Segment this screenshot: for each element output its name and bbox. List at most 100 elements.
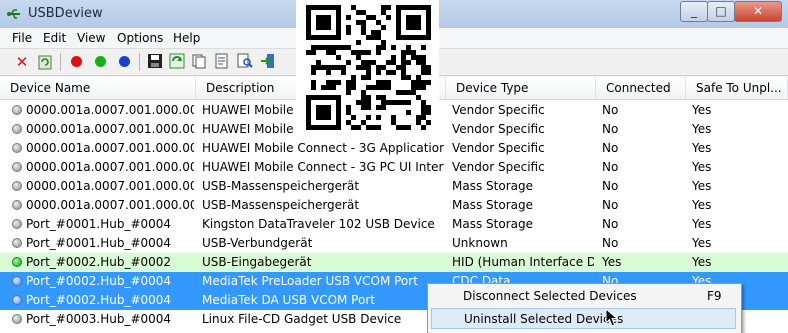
table-row[interactable]: Port_#0001.Hub_#0004 USB-Verbundgerät Unkn… <box>0 234 788 253</box>
status-gray-icon <box>12 162 22 172</box>
menu-item-uninstall[interactable]: Uninstall Selected Devices <box>431 308 736 329</box>
menu-file[interactable]: File <box>12 30 32 46</box>
recycle-icon[interactable] <box>36 53 54 71</box>
cell-safe-to-unplug: Yes <box>692 198 712 212</box>
status-green-icon <box>12 257 22 267</box>
cell-connected: No <box>602 198 619 212</box>
cell-description: USB-Massenspeichergerät <box>202 198 360 212</box>
cell-device-type: Vendor Specific <box>452 141 545 155</box>
cell-device-type: Unknown <box>452 236 508 250</box>
menu-item-label: Uninstall Selected Devices <box>464 312 624 326</box>
green-dot-icon[interactable] <box>91 53 109 71</box>
find-icon[interactable] <box>236 53 254 71</box>
column-header-connected[interactable]: Connected <box>596 77 686 99</box>
menu-edit[interactable]: Edit <box>43 30 66 46</box>
cell-description: USB-Verbundgerät <box>202 236 313 250</box>
cell-description: HUAWEI Mobile Connect - 3G PC UI Interfa… <box>202 160 444 174</box>
table-row[interactable]: 0000.001a.0007.001.000.000.00... USB-Mass… <box>0 177 788 196</box>
cell-connected: No <box>602 179 619 193</box>
cell-device-name: 0000.001a.0007.001.000.000.00... <box>26 103 194 117</box>
menu-help[interactable]: Help <box>173 30 200 46</box>
copy-icon[interactable] <box>190 53 208 71</box>
status-gray-icon <box>12 219 22 229</box>
cell-device-name: 0000.001a.0007.001.000.000.00... <box>26 179 194 193</box>
cell-device-name: Port_#0003.Hub_#0004 <box>26 312 172 326</box>
cell-safe-to-unplug: Yes <box>692 141 712 155</box>
cell-connected: No <box>602 160 619 174</box>
maximize-button[interactable]: □ <box>707 1 735 22</box>
menu-item-label: Disconnect Selected Devices <box>463 289 637 303</box>
close-button[interactable]: ✕ <box>734 1 782 22</box>
cell-description: Linux File-CD Gadget USB Device <box>202 312 402 326</box>
table-row[interactable]: 0000.001a.0007.001.000.000.00... HUAWEI M… <box>0 139 788 158</box>
context-menu: Disconnect Selected Devices F9 Uninstall… <box>427 283 742 333</box>
cell-connected: Yes <box>602 255 622 269</box>
cell-safe-to-unplug: Yes <box>692 160 712 174</box>
usb-app-icon <box>7 9 20 19</box>
menu-view[interactable]: View <box>77 30 105 46</box>
cell-connected: No <box>602 122 619 136</box>
cell-safe-to-unplug: Yes <box>692 103 712 117</box>
cell-description: USB-Massenspeichergerät <box>202 179 360 193</box>
table-row[interactable]: 0000.001a.0007.001.000.000.00... HUAWEI M… <box>0 158 788 177</box>
menu-options[interactable]: Options <box>117 30 163 46</box>
cell-device-name: Port_#0002.Hub_#0002 <box>26 255 172 269</box>
cell-connected: No <box>602 236 619 250</box>
properties-icon[interactable] <box>213 53 231 71</box>
table-row[interactable]: 0000.001a.0007.001.000.000.00... USB-Mass… <box>0 196 788 215</box>
cell-device-name: Port_#0002.Hub_#0004 <box>26 274 172 288</box>
status-blue-icon <box>12 276 22 286</box>
cell-description: USB-Eingabegerät <box>202 255 312 269</box>
blue-dot-icon[interactable] <box>115 53 133 71</box>
cell-device-type: Vendor Specific <box>452 160 545 174</box>
column-header-safe-to-unplug[interactable]: Safe To Unpl... <box>686 77 788 99</box>
cell-description: HUAWEI Mobile Connect - 3G Application I… <box>202 141 444 155</box>
status-gray-icon <box>12 200 22 210</box>
cell-device-name: 0000.001a.0007.001.000.000.00... <box>26 122 194 136</box>
cell-device-type: Mass Storage <box>452 198 533 212</box>
cell-safe-to-unplug: Yes <box>692 122 712 136</box>
cell-safe-to-unplug: Yes <box>692 179 712 193</box>
table-row[interactable]: Port_#0001.Hub_#0004 Kingston DataTravele… <box>0 215 788 234</box>
status-blue-icon <box>12 295 22 305</box>
menu-item-disconnect[interactable]: Disconnect Selected Devices F9 <box>431 286 736 307</box>
column-header-device-type[interactable]: Device Type <box>446 77 596 99</box>
cell-connected: No <box>602 141 619 155</box>
cell-safe-to-unplug: Yes <box>692 255 712 269</box>
cell-description: MediaTek PreLoader USB VCOM Port <box>202 274 418 288</box>
cell-description: MediaTek DA USB VCOM Port <box>202 293 375 307</box>
cell-device-name: 0000.001a.0007.001.000.000.00... <box>26 198 194 212</box>
column-header-device-name[interactable]: Device Name <box>0 77 196 99</box>
cell-connected: No <box>602 103 619 117</box>
cell-device-name: 0000.001a.0007.001.000.000.00... <box>26 141 194 155</box>
cell-device-name: Port_#0001.Hub_#0004 <box>26 236 172 250</box>
qr-code-overlay <box>296 0 439 134</box>
cell-safe-to-unplug: Yes <box>692 236 712 250</box>
exit-icon[interactable] <box>259 53 277 71</box>
cell-device-type: Vendor Specific <box>452 122 545 136</box>
status-gray-icon <box>12 105 22 115</box>
cell-connected: No <box>602 217 619 231</box>
delete-x-icon[interactable]: ✕ <box>13 53 31 71</box>
cell-device-type: Mass Storage <box>452 179 533 193</box>
cell-device-type: Vendor Specific <box>452 103 545 117</box>
window-title: USBDeview <box>28 6 103 21</box>
mouse-cursor-icon <box>605 308 619 327</box>
cell-device-name: 0000.001a.0007.001.000.000.00... <box>26 160 194 174</box>
cell-device-type: HID (Human Interface D... <box>452 255 594 269</box>
toolbar-separator <box>60 53 61 71</box>
cell-description: Kingston DataTraveler 102 USB Device <box>202 217 435 231</box>
refresh-icon[interactable] <box>168 53 186 71</box>
status-gray-icon <box>12 314 22 324</box>
minimize-button[interactable]: _ <box>680 1 708 22</box>
save-icon[interactable] <box>146 53 164 71</box>
menu-item-shortcut: F9 <box>707 289 722 303</box>
qr-code-image <box>306 5 431 130</box>
cell-device-name: Port_#0002.Hub_#0004 <box>26 293 172 307</box>
status-gray-icon <box>12 238 22 248</box>
cell-device-type: Mass Storage <box>452 217 533 231</box>
red-dot-icon[interactable] <box>67 53 85 71</box>
table-row[interactable]: Port_#0002.Hub_#0002 USB-Eingabegerät HID … <box>0 253 788 272</box>
toolbar-separator <box>139 53 140 71</box>
status-gray-icon <box>12 143 22 153</box>
